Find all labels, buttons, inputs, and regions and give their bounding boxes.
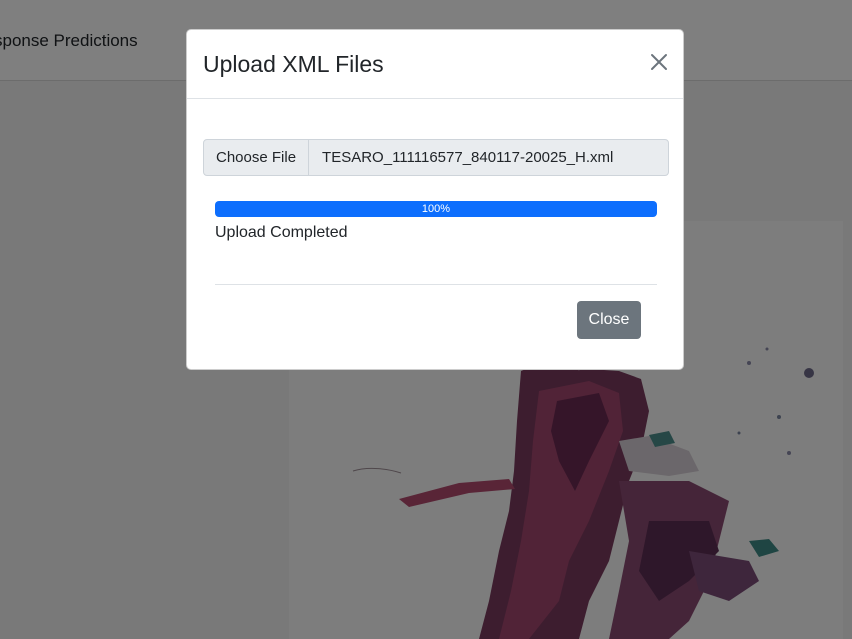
modal-title: Upload XML Files [203, 51, 384, 77]
close-button[interactable]: Close [577, 301, 641, 339]
modal-divider [215, 284, 657, 285]
upload-status-text: Upload Completed [215, 224, 348, 241]
upload-progress: 100% [215, 201, 657, 217]
page: sponse Predictions [0, 0, 852, 639]
selected-file-name: TESARO_111116577_840117-20025_H.xml [322, 149, 614, 166]
choose-file-button[interactable]: Choose File [204, 140, 310, 175]
close-icon[interactable] [649, 52, 669, 72]
modal-header: Upload XML Files [187, 30, 683, 99]
upload-xml-modal: Upload XML Files Choose File TESARO_1111… [186, 29, 684, 370]
upload-progress-bar: 100% [215, 201, 657, 217]
file-input[interactable]: Choose File TESARO_111116577_840117-2002… [203, 139, 669, 176]
